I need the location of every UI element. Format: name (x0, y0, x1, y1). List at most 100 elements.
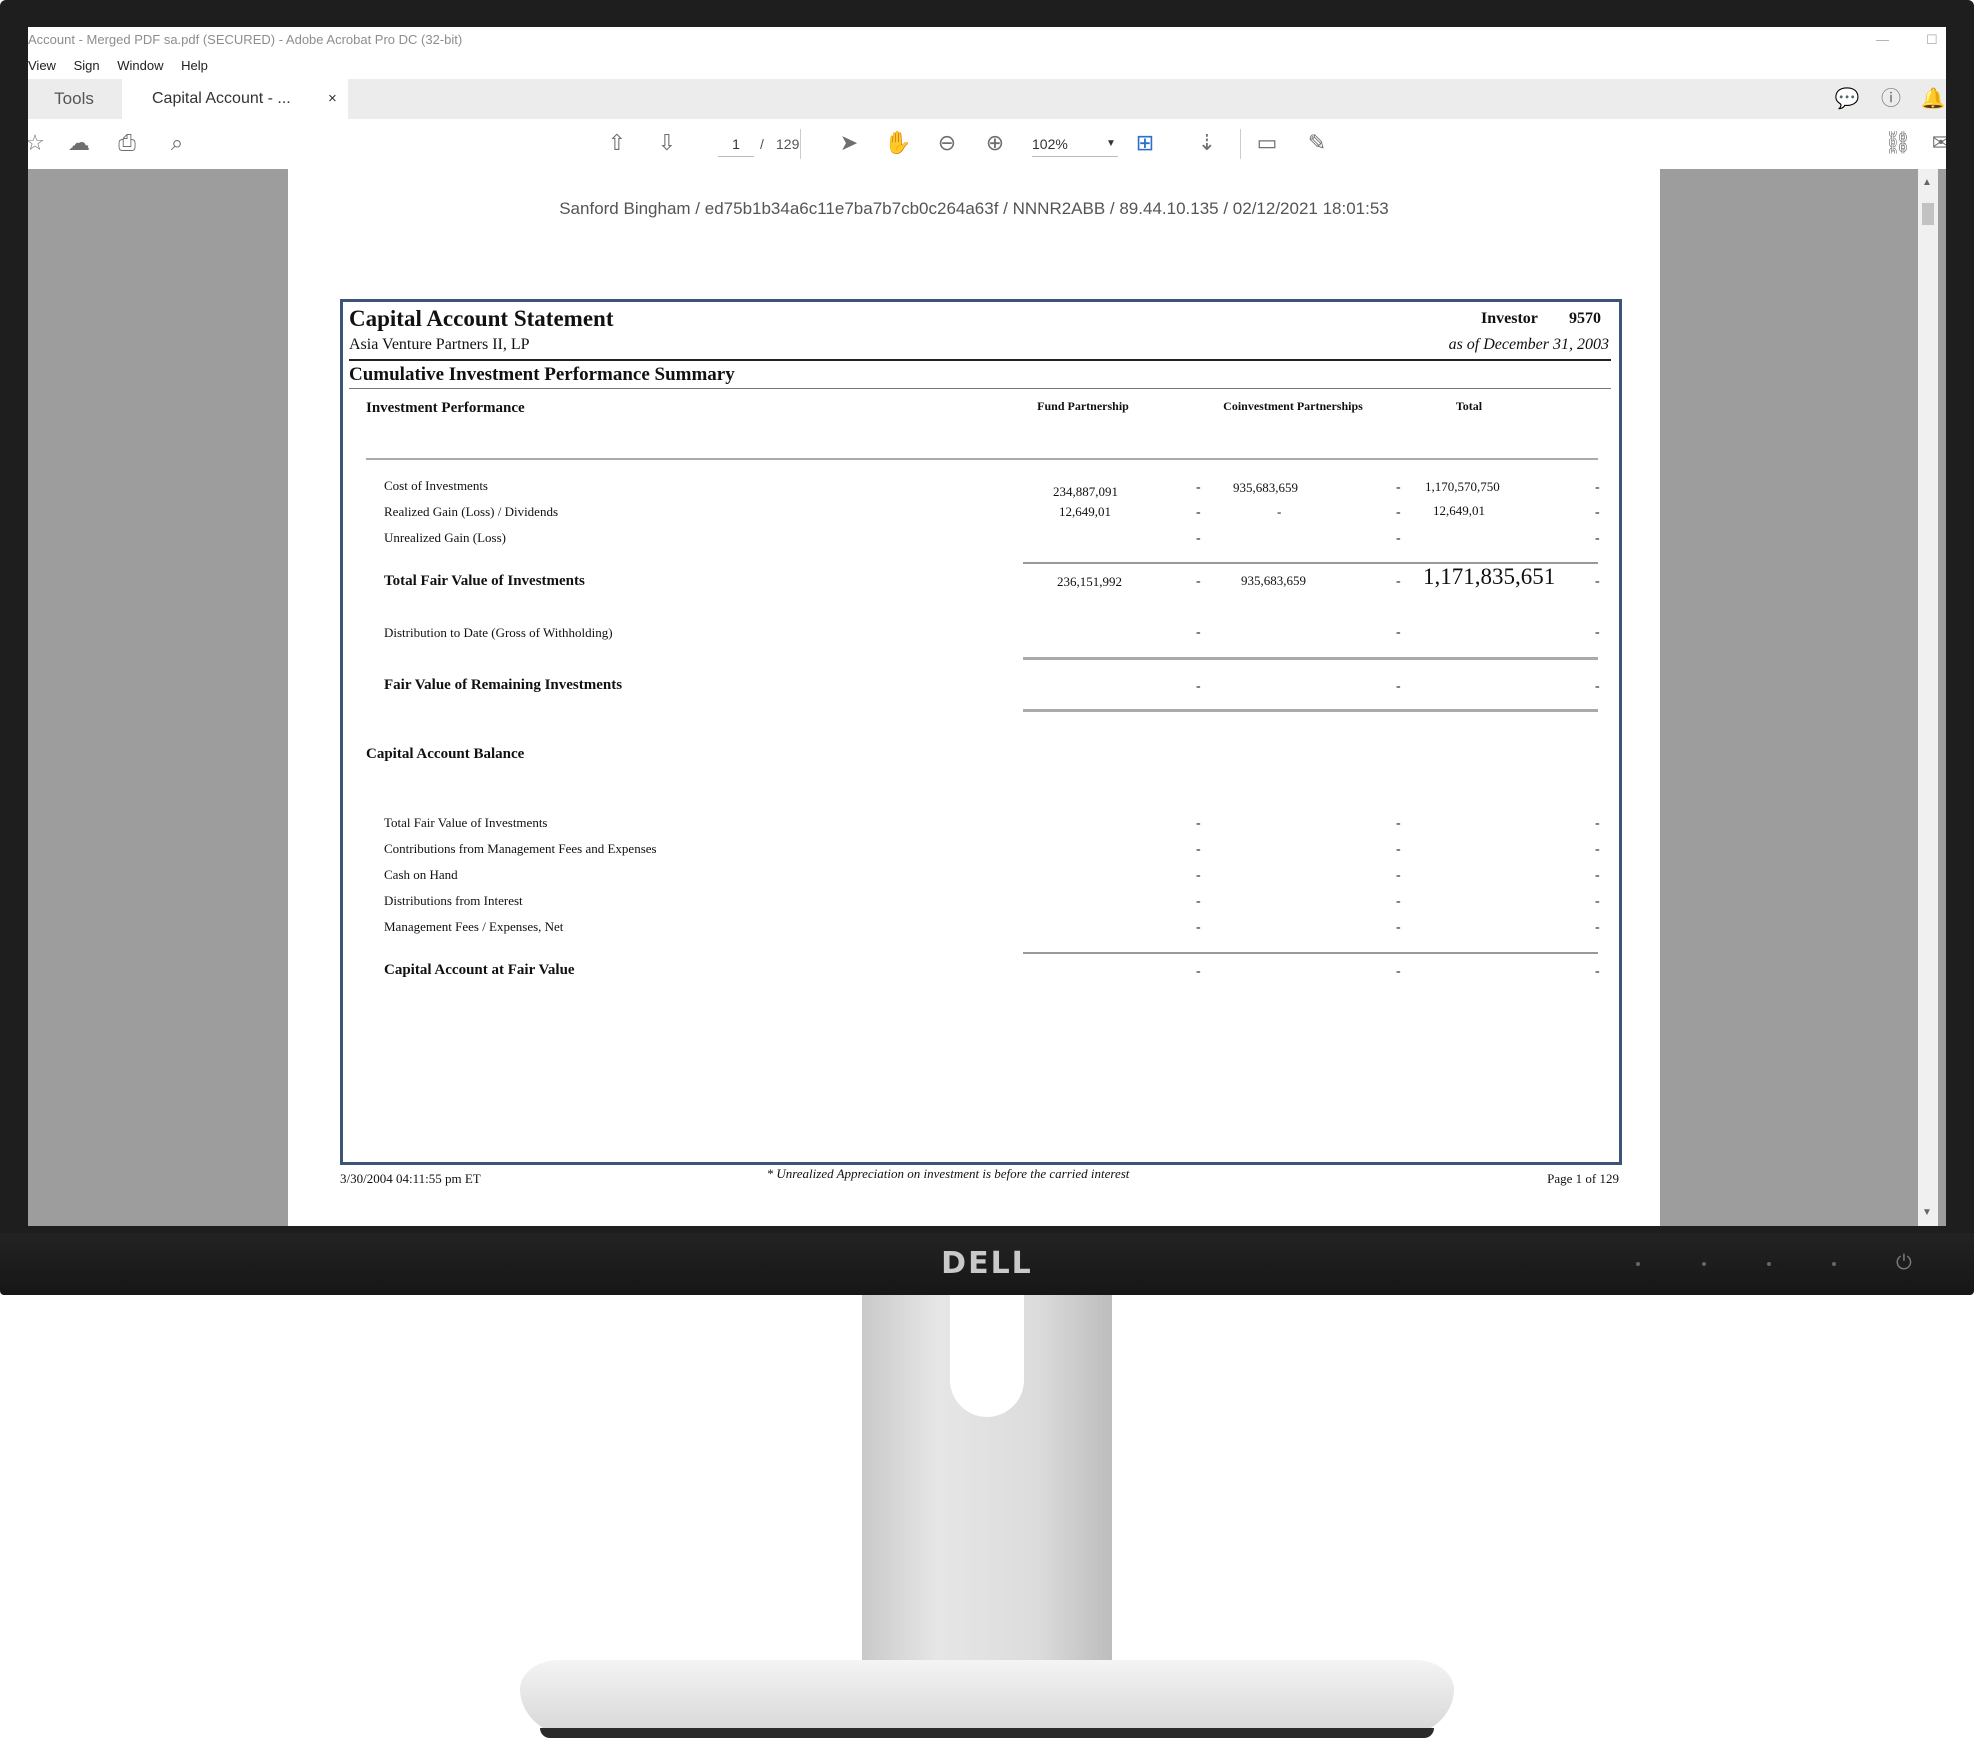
tab-tools[interactable]: Tools (28, 79, 120, 119)
row-label: Fair Value of Remaining Investments (384, 677, 623, 693)
tab-bar: Tools Capital Account - ... × 💬 ⓘ 🔔 (28, 79, 1946, 120)
monitor-button (1767, 1262, 1771, 1266)
monitor-brand-logo: DELL (941, 1246, 1033, 1281)
cell-dash: - (1196, 574, 1201, 589)
comment-icon[interactable]: 💬 (1834, 85, 1860, 111)
cell-dash: - (1396, 531, 1401, 546)
zoom-select[interactable]: 102% ▼ (1032, 132, 1118, 157)
row-label: Contributions from Management Fees and E… (384, 841, 657, 856)
scroll-up-icon[interactable]: ▲ (1922, 177, 1932, 188)
row-label: Capital Account at Fair Value (384, 962, 575, 978)
as-of-date: as of December 31, 2003 (1448, 336, 1609, 353)
cell-dash: - (1196, 842, 1201, 857)
divider (1023, 709, 1598, 712)
tab-document-label: Capital Account - ... (152, 90, 291, 107)
cell-dash: - (1196, 894, 1201, 909)
email-icon[interactable]: ✉ (1928, 131, 1946, 157)
cell-value: 12,649,01 (1433, 503, 1485, 518)
cell-dash: - (1396, 816, 1401, 831)
fit-page-icon[interactable]: ⊞ (1132, 131, 1158, 157)
zoom-search-icon[interactable]: ⌕ (164, 131, 190, 157)
cell-dash: - (1196, 920, 1201, 935)
menu-sign[interactable]: Sign (74, 58, 100, 73)
cell-dash: - (1595, 480, 1600, 495)
cell-dash: - (1396, 842, 1401, 857)
print-icon[interactable]: ⎙ (114, 131, 140, 157)
section-capital-account-balance: Capital Account Balance (366, 746, 525, 762)
menu-view[interactable]: View (28, 58, 56, 73)
row-label: Distributions from Interest (384, 893, 523, 908)
scroll-mode-icon[interactable]: ⇣ (1194, 131, 1220, 157)
divider (366, 458, 1598, 460)
title-bar: Account - Merged PDF sa.pdf (SECURED) - … (28, 27, 1946, 53)
cell-value: 1,171,835,651 (1423, 564, 1556, 589)
cell-dash: - (1396, 480, 1401, 495)
page-down-icon[interactable]: ⇩ (654, 131, 680, 157)
cell-value: 236,151,992 (1057, 574, 1122, 589)
col-fund-partnership: Fund Partnership (1037, 399, 1129, 413)
cell-dash: - (1196, 816, 1201, 831)
star-icon[interactable]: ☆ (28, 131, 48, 157)
cell-value: 935,683,659 (1241, 573, 1306, 588)
menu-window[interactable]: Window (117, 58, 163, 73)
cell-dash: - (1196, 868, 1201, 883)
scroll-down-icon[interactable]: ▼ (1922, 1207, 1932, 1218)
cell-value: - (1277, 504, 1282, 519)
zoom-out-icon[interactable]: ⊖ (934, 131, 960, 157)
tab-document[interactable]: Capital Account - ... × (122, 79, 348, 119)
power-icon: ⏻ (1896, 1250, 1912, 1274)
cell-value: 234,887,091 (1053, 484, 1118, 499)
menu-help[interactable]: Help (181, 58, 208, 73)
cell-dash: - (1196, 531, 1201, 546)
select-arrow-icon[interactable]: ➤ (836, 131, 862, 157)
row-label: Total Fair Value of Investments (384, 815, 548, 830)
row-label: Cost of Investments (384, 478, 488, 493)
comment-tool-icon[interactable]: ▭ (1254, 131, 1280, 157)
cell-dash: - (1595, 625, 1600, 640)
section-investment-performance: Investment Performance (366, 400, 525, 416)
cell-value: 1,170,570,750 (1425, 479, 1500, 494)
row-label: Unrealized Gain (Loss) (384, 530, 507, 545)
cell-dash: - (1595, 964, 1600, 979)
toolbar: ☆ ☁ ⎙ ⌕ ⇧ ⇩ 1 / 129 ➤ ✋ ⊖ ⊕ 102% ▼ ⊞ ⇣ ▭… (28, 119, 1946, 170)
footer-note: * Unrealized Appreciation on investment … (766, 1166, 1130, 1181)
share-link-icon[interactable]: ⛓ (1884, 131, 1912, 157)
cell-dash: - (1396, 574, 1401, 589)
hand-tool-icon[interactable]: ✋ (884, 131, 911, 157)
bell-icon[interactable]: 🔔 (1920, 85, 1946, 111)
cell-dash: - (1196, 480, 1201, 495)
cell-dash: - (1595, 531, 1600, 546)
vertical-scrollbar[interactable]: ▲ ▼ (1918, 169, 1938, 1226)
cell-dash: - (1595, 868, 1600, 883)
divider (349, 359, 1611, 361)
zoom-value: 102% (1032, 136, 1068, 152)
cell-dash: - (1595, 920, 1600, 935)
cell-dash: - (1595, 505, 1600, 520)
statement-title: Capital Account Statement (349, 306, 614, 331)
minimize-icon[interactable]: — (1876, 27, 1889, 53)
fund-name: Asia Venture Partners II, LP (349, 336, 530, 353)
pdf-page: Sanford Bingham / ed75b1b34a6c11e7ba7b7c… (288, 169, 1660, 1226)
highlight-pen-icon[interactable]: ✎ (1304, 131, 1330, 157)
row-label: Realized Gain (Loss) / Dividends (384, 504, 559, 519)
cell-dash: - (1595, 842, 1600, 857)
cloud-upload-icon[interactable]: ☁ (66, 131, 92, 157)
monitor-stand-base (520, 1660, 1454, 1738)
cell-dash: - (1196, 625, 1201, 640)
page-up-icon[interactable]: ⇧ (604, 131, 630, 157)
divider (349, 388, 1611, 389)
cell-dash: - (1595, 894, 1600, 909)
cell-dash: - (1396, 964, 1401, 979)
scrollbar-thumb[interactable] (1922, 203, 1934, 225)
close-icon[interactable]: × (328, 79, 337, 119)
investor-id: 9570 (1569, 310, 1601, 327)
maximize-icon[interactable]: ☐ (1926, 27, 1938, 53)
toolbar-divider (800, 129, 801, 159)
cell-dash: - (1196, 505, 1201, 520)
row-label: Distribution to Date (Gross of Withholdi… (384, 625, 613, 640)
chevron-down-icon: ▼ (1106, 138, 1116, 149)
help-icon[interactable]: ⓘ (1878, 85, 1904, 111)
monitor-stand-hole (950, 1295, 1024, 1417)
zoom-in-icon[interactable]: ⊕ (982, 131, 1008, 157)
page-total: 129 (776, 136, 800, 152)
